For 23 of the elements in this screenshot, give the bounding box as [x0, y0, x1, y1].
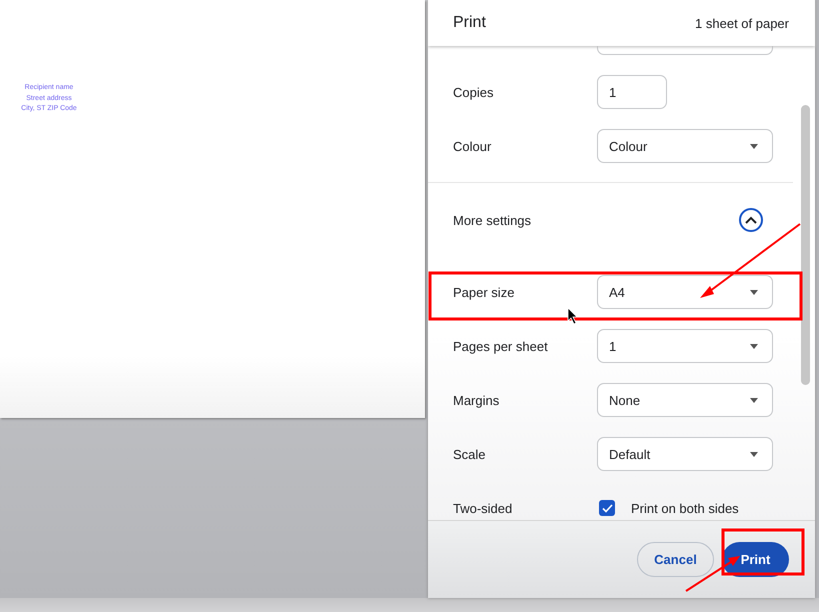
- select-field[interactable]: A4: [597, 275, 773, 309]
- setting-label: Margins: [453, 392, 500, 408]
- chevron-up-icon[interactable]: [739, 208, 763, 232]
- sheet-count: 1 sheet of paper: [695, 16, 789, 30]
- cancel-button[interactable]: Cancel: [637, 542, 714, 577]
- checkbox-label: Print on both sides: [631, 500, 739, 516]
- setting-label: Colour: [453, 138, 492, 154]
- setting-label: Copies: [453, 84, 494, 100]
- scrollbar-thumb[interactable]: [801, 105, 810, 385]
- section-toggle-label[interactable]: More settings: [453, 212, 597, 228]
- select-field[interactable]: None: [597, 383, 773, 417]
- select-field[interactable]: Default: [597, 437, 773, 471]
- cursor-icon: [568, 307, 578, 325]
- checkmark-icon: [602, 504, 612, 512]
- select-field[interactable]: Colour: [597, 129, 773, 163]
- setting-label: Scale: [453, 446, 487, 462]
- checkbox[interactable]: [599, 500, 615, 516]
- select-field[interactable]: 1: [597, 329, 773, 363]
- setting-label: Paper size: [453, 284, 516, 300]
- setting-label: Two-sided: [453, 500, 514, 516]
- dialog-title: Print: [453, 14, 486, 32]
- number-field[interactable]: 1: [597, 75, 667, 109]
- setting-label: Pages per sheet: [453, 338, 549, 354]
